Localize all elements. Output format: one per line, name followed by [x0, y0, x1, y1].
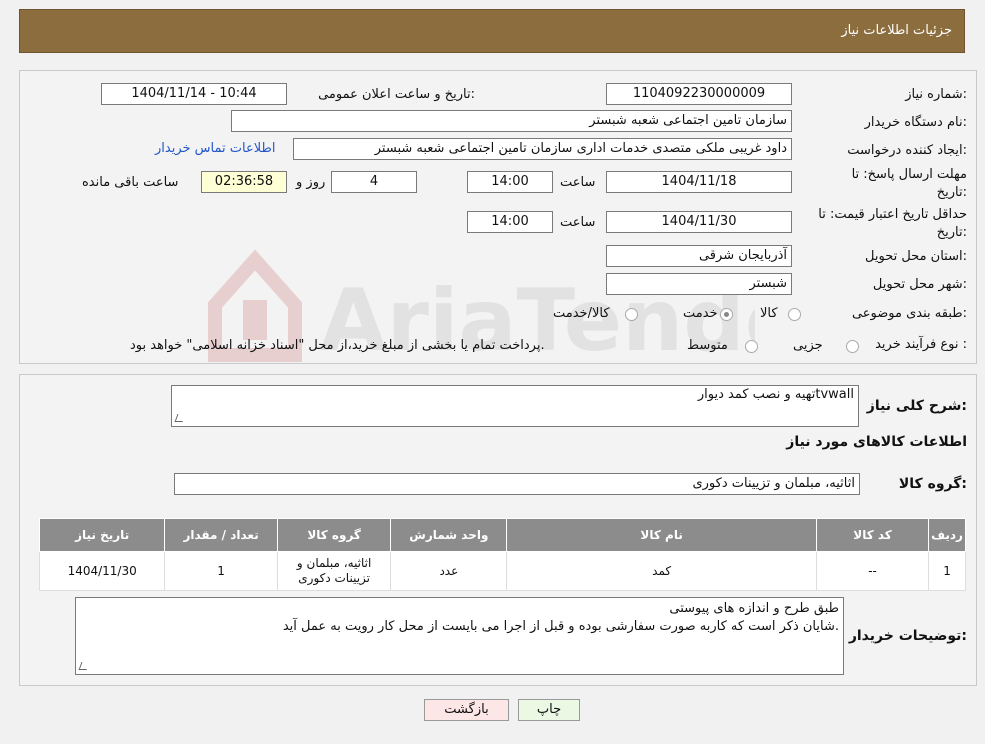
- goods-info-title: اطلاعات کالاهای مورد نیاز: [786, 434, 967, 450]
- category-radio-goods[interactable]: [788, 308, 801, 321]
- description-label: شرح کلی نیاز:: [866, 398, 967, 414]
- table-row: 1 -- کمد عدد اثاثیه، مبلمان و تزیینات دک…: [38, 551, 966, 591]
- category-radio-service[interactable]: [720, 308, 733, 321]
- validity-label: حداقل تاریخ اعتبار قیمت: تا: [818, 207, 967, 222]
- cell-unit: عدد: [390, 551, 508, 591]
- col-header-date: تاریخ نیاز: [38, 518, 166, 552]
- deadline-time-field: 14:00: [467, 171, 553, 193]
- process-label: نوع فرآیند خرید :: [875, 337, 967, 352]
- days-remaining-field: 4: [331, 171, 417, 193]
- buyer-org-label: نام دستگاه خریدار:: [864, 115, 967, 130]
- buyer-notes-line-1: طبق طرح و اندازه های پیوستی: [669, 601, 839, 616]
- resize-handle-icon[interactable]: [78, 662, 90, 670]
- city-field: شبستر: [606, 273, 792, 295]
- process-option-minor: جزیی: [793, 338, 823, 353]
- print-button[interactable]: چاپ: [518, 699, 580, 721]
- validity-label-date: تاریخ:: [936, 225, 967, 240]
- remaining-time-field: 02:36:58: [201, 171, 287, 193]
- announce-label: تاریخ و ساعت اعلان عمومی:: [318, 87, 475, 102]
- validity-time-field: 14:00: [467, 211, 553, 233]
- remaining-label: ساعت باقی مانده: [82, 175, 179, 190]
- buyer-org-field: سازمان تامین اجتماعی شعبه شبستر: [231, 110, 792, 132]
- process-option-medium: متوسط: [687, 338, 728, 353]
- cell-row: 1: [928, 551, 966, 591]
- description-field: تهیه و نصب کمد دیوارtvwall: [171, 385, 859, 427]
- page-title: جزئیات اطلاعات نیاز: [841, 23, 952, 38]
- resize-handle-icon[interactable]: [174, 414, 186, 422]
- cell-name: کمد: [506, 551, 817, 591]
- goods-table: ردیف کد کالا نام کالا واحد شمارش گروه کا…: [38, 518, 966, 591]
- need-number-label: شماره نیاز:: [905, 87, 967, 102]
- cell-quantity: 1: [164, 551, 278, 591]
- category-radio-both[interactable]: [625, 308, 638, 321]
- process-note: پرداخت تمام یا بخشی از مبلغ خرید،از محل …: [130, 338, 545, 353]
- deadline-date-field: 1404/11/18: [606, 171, 792, 193]
- deadline-label: مهلت ارسال پاسخ: تا: [851, 167, 967, 182]
- buyer-notes-line-2: شایان ذکر است که کاربه صورت سفارشی بوده …: [282, 619, 839, 634]
- deadline-time-label: ساعت: [560, 175, 596, 190]
- goods-table-header: ردیف کد کالا نام کالا واحد شمارش گروه کا…: [38, 518, 966, 552]
- col-header-name: نام کالا: [506, 518, 817, 552]
- process-radio-medium[interactable]: [745, 340, 758, 353]
- goods-group-field: اثاثیه، مبلمان و تزیینات دکوری: [174, 473, 860, 495]
- col-header-code: کد کالا: [815, 518, 930, 552]
- col-header-quantity: تعداد / مقدار: [164, 518, 278, 552]
- deadline-label-date: تاریخ:: [936, 185, 967, 200]
- page-header: جزئیات اطلاعات نیاز: [19, 9, 965, 53]
- goods-group-label: گروه کالا:: [898, 476, 967, 492]
- need-number-field: 1104092230000009: [606, 83, 792, 105]
- creator-label: ایجاد کننده درخواست:: [847, 143, 967, 158]
- process-radio-minor[interactable]: [846, 340, 859, 353]
- province-label: استان محل تحویل:: [865, 249, 967, 264]
- validity-time-label: ساعت: [560, 215, 596, 230]
- category-option-goods: کالا: [760, 306, 778, 321]
- cell-group: اثاثیه، مبلمان و تزیینات دکوری: [276, 551, 392, 591]
- col-header-row: ردیف: [928, 518, 966, 552]
- col-header-unit: واحد شمارش: [390, 518, 508, 552]
- days-label: روز و: [296, 175, 326, 190]
- category-option-service: خدمت: [683, 306, 718, 321]
- buyer-notes-field: طبق طرح و اندازه های پیوستی شایان ذکر اس…: [75, 597, 844, 675]
- buyer-notes-label: توضیحات خریدار:: [848, 628, 967, 644]
- category-label: طبقه بندی موضوعی:: [851, 306, 967, 321]
- province-field: آذربایجان شرقی: [606, 245, 792, 267]
- validity-date-field: 1404/11/30: [606, 211, 792, 233]
- cell-date: 1404/11/30: [38, 551, 166, 591]
- announce-field: 1404/11/14 - 10:44: [101, 83, 287, 105]
- cell-code: --: [815, 551, 930, 591]
- buyer-contact-link[interactable]: اطلاعات تماس خریدار: [155, 141, 275, 156]
- city-label: شهر محل تحویل:: [872, 277, 967, 292]
- creator-field: داود غریبی ملکی متصدی خدمات اداری سازمان…: [293, 138, 792, 160]
- col-header-group: گروه کالا: [276, 518, 392, 552]
- back-button[interactable]: بازگشت: [424, 699, 509, 721]
- description-text: تهیه و نصب کمد دیوارtvwall: [697, 387, 854, 402]
- category-option-both: کالا/خدمت: [553, 306, 610, 321]
